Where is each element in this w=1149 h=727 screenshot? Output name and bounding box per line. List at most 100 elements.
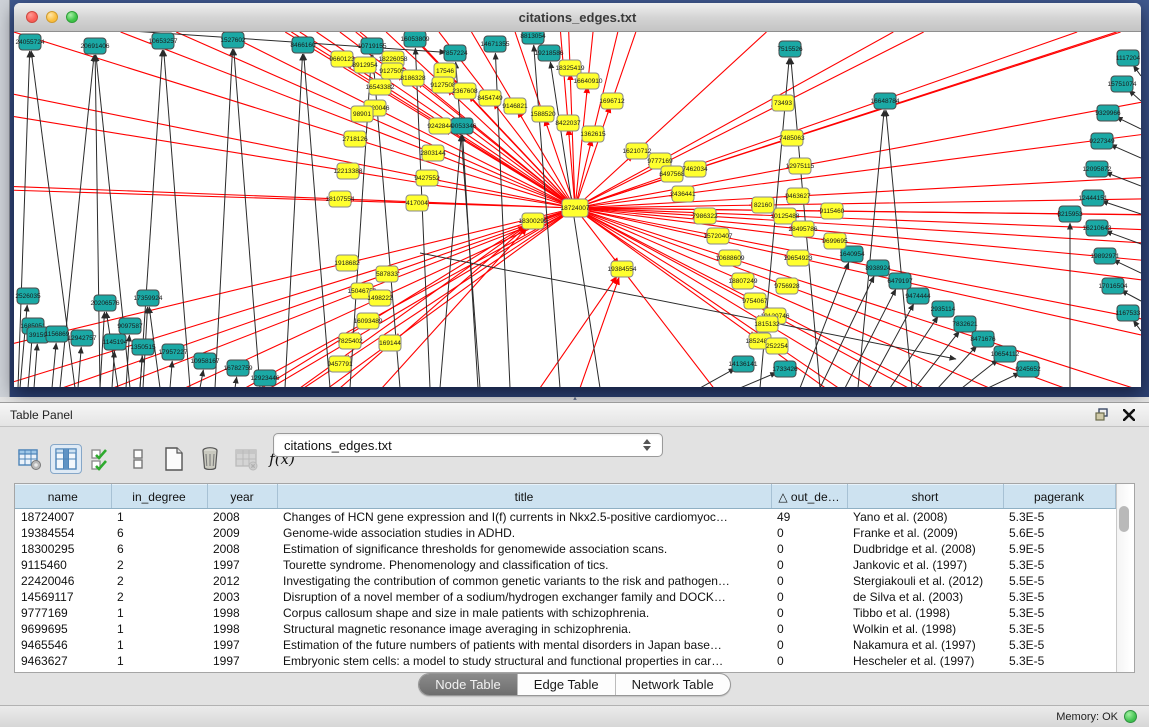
delete-table-button[interactable] — [230, 444, 262, 474]
graph-node[interactable] — [1102, 278, 1124, 294]
table-row[interactable]: 1830029562008Estimation of significance … — [15, 541, 1115, 557]
graph-node[interactable] — [94, 295, 116, 311]
graph-node[interactable] — [732, 273, 754, 289]
table-cell[interactable]: 0 — [771, 621, 847, 637]
graph-node[interactable] — [357, 313, 379, 329]
table-cell[interactable]: 9465546 — [15, 637, 111, 653]
graph-node[interactable] — [1094, 248, 1116, 264]
table-cell[interactable]: 0 — [771, 605, 847, 621]
graph-edge[interactable] — [215, 49, 233, 387]
table-cell[interactable]: 5.3E-5 — [1003, 621, 1115, 637]
column-header-title[interactable]: title — [277, 485, 771, 509]
table-cell[interactable]: 9115460 — [15, 557, 111, 573]
graph-edge[interactable] — [20, 305, 27, 387]
graph-edge[interactable] — [540, 276, 617, 387]
graph-edge[interactable] — [1133, 65, 1141, 76]
graph-node[interactable] — [694, 208, 716, 224]
graph-edge[interactable] — [1116, 117, 1141, 129]
graph-node[interactable] — [776, 278, 798, 294]
table-cell[interactable]: 9463627 — [15, 653, 111, 669]
table-cell[interactable]: 5.9E-5 — [1003, 541, 1115, 557]
table-cell[interactable]: 5.3E-5 — [1003, 557, 1115, 573]
graph-node[interactable] — [1117, 305, 1139, 321]
table-cell[interactable]: 1997 — [207, 653, 277, 669]
network-canvas[interactable]: 2405572420691406106532571527602846616010… — [14, 32, 1141, 387]
graph-node[interactable] — [354, 57, 376, 73]
table-cell[interactable]: Corpus callosum shape and size in male p… — [277, 605, 771, 621]
table-cell[interactable]: Wolkin et al. (1998) — [847, 621, 1003, 637]
graph-edge[interactable] — [340, 227, 526, 387]
graph-edge[interactable] — [100, 312, 104, 387]
graph-node[interactable] — [132, 339, 154, 355]
graph-node[interactable] — [46, 326, 68, 342]
graph-node[interactable] — [1117, 50, 1139, 66]
table-cell[interactable]: 19384554 — [15, 525, 111, 541]
zoom-button[interactable] — [66, 11, 78, 23]
graph-node[interactable] — [254, 370, 276, 386]
graph-edge[interactable] — [988, 373, 1020, 387]
tab-network-table[interactable]: Network Table — [616, 674, 730, 695]
graph-node[interactable] — [17, 288, 39, 304]
graph-node[interactable] — [336, 255, 358, 271]
graph-node[interactable] — [227, 360, 249, 376]
network-window-titlebar[interactable]: citations_edges.txt — [14, 3, 1141, 32]
column-header-pagerank[interactable]: pagerank — [1003, 485, 1115, 509]
table-cell[interactable]: 1998 — [207, 621, 277, 637]
graph-node[interactable] — [522, 32, 544, 44]
table-cell[interactable]: 14569117 — [15, 589, 111, 605]
graph-edge[interactable] — [868, 304, 914, 387]
graph-node[interactable] — [361, 38, 383, 54]
table-cell[interactable]: 2 — [111, 573, 207, 589]
graph-node[interactable] — [684, 161, 706, 177]
graph-node[interactable] — [867, 260, 889, 276]
graph-edge[interactable] — [304, 54, 330, 387]
graph-node[interactable] — [787, 250, 809, 266]
graph-node[interactable] — [104, 334, 126, 350]
graph-edge[interactable] — [270, 208, 575, 387]
table-cell[interactable]: 1 — [111, 621, 207, 637]
graph-edge[interactable] — [575, 32, 1121, 208]
graph-node[interactable] — [292, 37, 314, 53]
table-cell[interactable]: 6 — [111, 525, 207, 541]
graph-node[interactable] — [907, 288, 929, 304]
table-cell[interactable]: 18300295 — [15, 541, 111, 557]
graph-node[interactable] — [766, 338, 788, 354]
graph-node[interactable] — [744, 293, 766, 309]
graph-node[interactable] — [577, 73, 599, 89]
table-row[interactable]: 977716911998Corpus callosum shape and si… — [15, 605, 1115, 621]
table-cell[interactable]: Jankovic et al. (1997) — [847, 557, 1003, 573]
graph-node[interactable] — [331, 51, 353, 67]
graph-node[interactable] — [381, 63, 403, 79]
table-cell[interactable]: 1 — [111, 637, 207, 653]
table-cell[interactable]: 0 — [771, 589, 847, 605]
table-cell[interactable]: 0 — [771, 637, 847, 653]
table-selector[interactable]: citations_edges.txt — [273, 433, 663, 457]
create-column-button[interactable] — [158, 444, 190, 474]
table-cell[interactable]: 5.5E-5 — [1003, 573, 1115, 589]
graph-node[interactable] — [972, 331, 994, 347]
graph-edge[interactable] — [235, 377, 237, 387]
graph-node[interactable] — [404, 32, 426, 47]
graph-node[interactable] — [222, 32, 244, 48]
graph-node[interactable] — [562, 199, 588, 217]
graph-edge[interactable] — [1113, 260, 1141, 273]
graph-node[interactable] — [194, 353, 216, 369]
show-hide-columns-button[interactable] — [50, 444, 82, 474]
table-cell[interactable]: 1 — [111, 509, 207, 526]
graph-edge[interactable] — [740, 373, 777, 387]
table-cell[interactable]: Stergiakouli et al. (2012) — [847, 573, 1003, 589]
table-cell[interactable]: Franke et al. (2009) — [847, 525, 1003, 541]
table-row[interactable]: 2242004622012Investigating the contribut… — [15, 573, 1115, 589]
table-cell[interactable]: 0 — [771, 653, 847, 669]
graph-node[interactable] — [379, 335, 401, 351]
citation-network-graph[interactable]: 2405572420691406106532571527602846616010… — [14, 32, 1141, 387]
table-cell[interactable]: Tourette syndrome. Phenomenology and cla… — [277, 557, 771, 573]
table-cell[interactable]: 2 — [111, 557, 207, 573]
graph-node[interactable] — [369, 290, 391, 306]
table-cell[interactable]: 22420046 — [15, 573, 111, 589]
graph-node[interactable] — [351, 106, 373, 122]
graph-node[interactable] — [1097, 105, 1119, 121]
graph-node[interactable] — [821, 203, 843, 219]
graph-node[interactable] — [932, 301, 954, 317]
table-cell[interactable]: 2003 — [207, 589, 277, 605]
